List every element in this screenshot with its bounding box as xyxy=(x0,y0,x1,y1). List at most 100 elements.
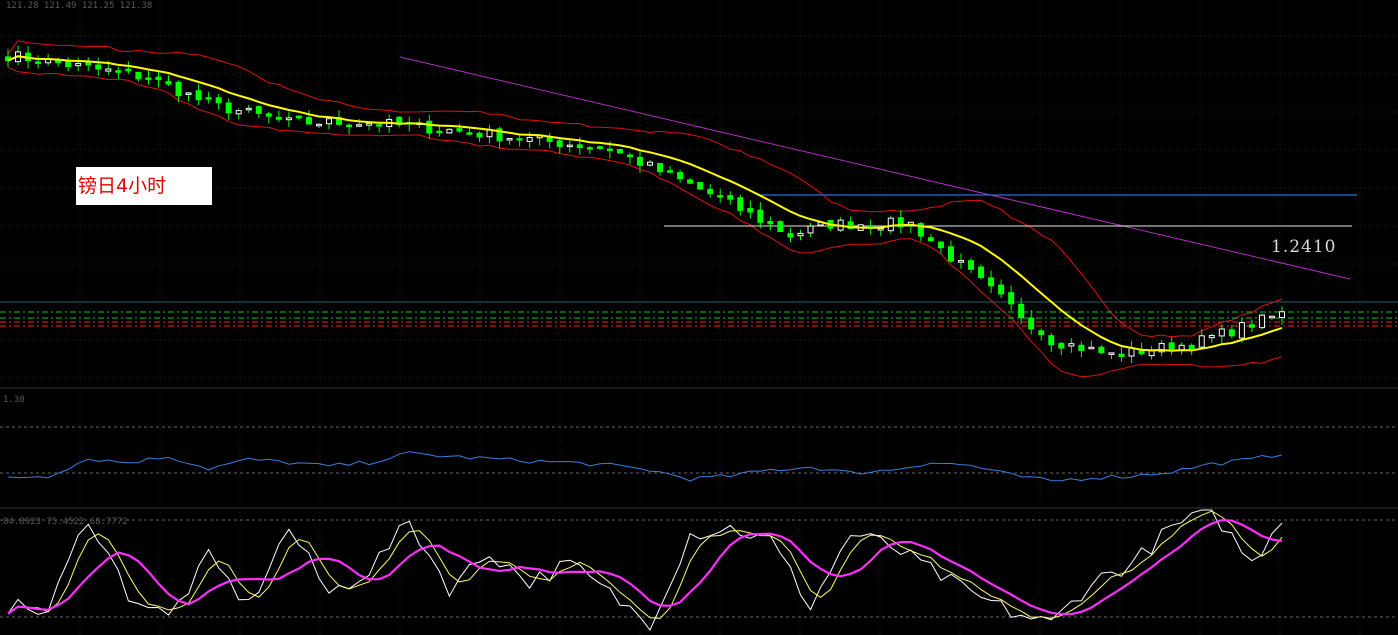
candle-body xyxy=(667,170,674,173)
candle-body xyxy=(576,144,583,149)
candle-body xyxy=(295,115,302,119)
candle-body xyxy=(1118,353,1125,358)
candle-body xyxy=(155,76,162,81)
candle-body xyxy=(747,208,754,213)
candle-body xyxy=(647,161,654,166)
candle-body xyxy=(315,123,322,127)
candle-body xyxy=(767,221,774,225)
candle-body xyxy=(1048,335,1055,346)
stoch-header: 84.8923 75.4522 68.7772 xyxy=(3,517,128,527)
candle-body xyxy=(205,97,212,100)
candle-body xyxy=(85,61,92,66)
candle-body xyxy=(807,225,814,234)
candle-body xyxy=(356,124,363,127)
candle-body xyxy=(185,92,192,95)
rsi-header: 1.30 xyxy=(3,395,25,405)
candle-body xyxy=(436,130,443,134)
candle-body xyxy=(1028,317,1035,330)
candle-body xyxy=(225,102,232,114)
candle-body xyxy=(265,113,272,117)
candle-body xyxy=(1038,330,1045,336)
candle-body xyxy=(476,132,483,138)
candle-body xyxy=(707,188,714,195)
chart-title-label: 镑日4小时 xyxy=(76,167,212,205)
candle-body xyxy=(1208,335,1215,339)
candle-body xyxy=(125,68,132,72)
candle-body xyxy=(1088,346,1095,350)
candle-body xyxy=(657,163,664,173)
candle-body xyxy=(95,64,102,70)
candle-body xyxy=(1098,346,1105,354)
candle-body xyxy=(1238,322,1245,339)
candle-body xyxy=(526,137,533,142)
candle-body xyxy=(777,221,784,233)
candle-body xyxy=(626,154,633,158)
candle-body xyxy=(105,68,112,72)
candle-body xyxy=(1268,315,1275,319)
candle-body xyxy=(486,129,493,138)
candle-body xyxy=(877,227,884,231)
candle-body xyxy=(757,209,764,223)
price-annotation: 1.2410 xyxy=(1271,237,1337,257)
candle-body xyxy=(305,117,312,125)
candle-body xyxy=(446,128,453,134)
rsi-line xyxy=(7,451,1283,482)
candle-body xyxy=(586,147,593,150)
candle-body xyxy=(566,144,573,148)
candle-body xyxy=(998,284,1005,295)
candle-body xyxy=(145,77,152,80)
candle-body xyxy=(636,156,643,166)
candle-body xyxy=(235,110,242,115)
candle-body xyxy=(1058,342,1065,349)
candle-body xyxy=(285,117,292,121)
candle-body xyxy=(75,62,82,67)
candle-body xyxy=(275,116,282,120)
candle-body xyxy=(606,148,613,152)
candle-body xyxy=(215,97,222,104)
trendline xyxy=(399,56,1351,280)
chart-stage: 121.28 121.49 121.25 121.38 镑日4小时 1.2410… xyxy=(0,0,1398,635)
price-chart xyxy=(0,0,1398,635)
candle-body xyxy=(326,118,333,125)
candle-body xyxy=(927,237,934,242)
candle-body xyxy=(165,81,172,85)
candle-body xyxy=(596,146,603,149)
candle-body xyxy=(1148,350,1155,357)
candle-body xyxy=(175,81,182,97)
candle-body xyxy=(1108,352,1115,355)
candle-body xyxy=(366,122,373,126)
candle-body xyxy=(1198,335,1205,348)
candle-body xyxy=(937,241,944,249)
candle-body xyxy=(697,182,704,190)
candle-body xyxy=(135,71,142,80)
candle-body xyxy=(727,195,734,200)
candle-body xyxy=(957,260,964,263)
candle-body xyxy=(376,124,383,127)
candle-body xyxy=(1218,328,1225,337)
candle-body xyxy=(456,128,463,132)
candle-body xyxy=(1228,329,1235,337)
stoch-k-line xyxy=(7,509,1283,631)
candle-body xyxy=(1279,311,1285,319)
ohlc-header: 121.28 121.49 121.25 121.38 xyxy=(6,1,153,11)
candle-body xyxy=(556,140,563,148)
candle-body xyxy=(346,124,353,128)
candle-body xyxy=(737,197,744,211)
candle-body xyxy=(1018,303,1025,319)
candle-body xyxy=(887,217,894,232)
candle-body xyxy=(978,266,985,278)
candle-body xyxy=(717,195,724,198)
candle-body xyxy=(1068,343,1075,347)
candle-body xyxy=(988,277,995,287)
candle-body xyxy=(1258,314,1265,329)
candle-body xyxy=(55,60,62,64)
candle-body xyxy=(687,179,694,184)
candle-body xyxy=(426,120,433,134)
candle-body xyxy=(797,232,804,237)
candle-body xyxy=(195,90,202,101)
candle-body xyxy=(787,233,794,238)
candle-body xyxy=(546,136,553,143)
candle-body xyxy=(255,106,262,114)
candle-body xyxy=(616,149,623,154)
candle-body xyxy=(516,138,523,141)
